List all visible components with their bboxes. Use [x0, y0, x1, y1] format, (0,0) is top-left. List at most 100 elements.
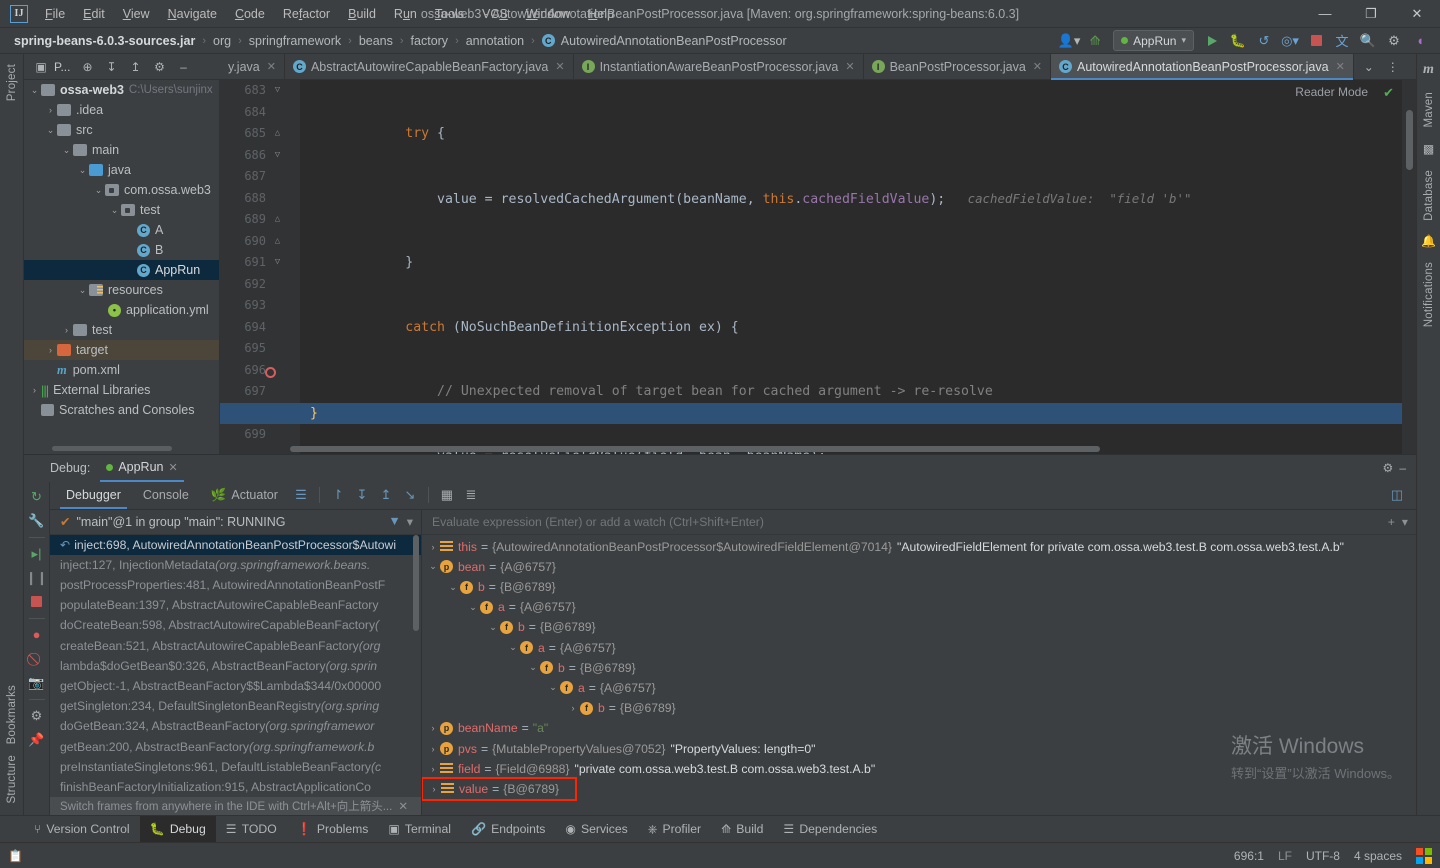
run-icon[interactable] — [1200, 30, 1224, 52]
stop-icon[interactable] — [1304, 30, 1328, 52]
bottom-button-problems[interactable]: ❗ Problems — [287, 816, 379, 843]
tree-item-pom-xml[interactable]: m pom.xml — [24, 360, 219, 380]
coverage-icon[interactable]: ◎▾ — [1278, 30, 1302, 52]
hide-icon[interactable]: – — [1399, 461, 1406, 475]
menu-window[interactable]: Window — [517, 3, 579, 25]
stack-frame-11[interactable]: preInstantiateSingletons:961, DefaultLis… — [50, 757, 421, 777]
chevron-down-icon[interactable]: ⌄ — [526, 662, 540, 673]
tree-horizontal-scrollbar[interactable] — [52, 445, 172, 451]
chevron-down-icon[interactable]: ⌄ — [76, 165, 89, 176]
call-stack-list[interactable]: ↶ inject:698, AutowiredAnnotationBeanPost… — [50, 534, 421, 797]
filter-icon[interactable]: ▼ — [388, 514, 400, 529]
caret-position[interactable]: 696:1 — [1234, 849, 1264, 863]
close-icon[interactable]: ✕ — [555, 60, 564, 73]
tree-item-application-yml[interactable]: • application.yml — [24, 300, 219, 320]
fold-marker[interactable]: ▽ — [272, 150, 283, 160]
tree-item-main[interactable]: ⌄ main — [24, 140, 219, 160]
close-icon[interactable]: ✕ — [1336, 60, 1345, 73]
editor-gutter[interactable]: 683 684 685 686 687 688 689 690 691 692 … — [220, 80, 300, 454]
close-icon[interactable]: ✕ — [267, 60, 276, 73]
chevron-right-icon[interactable]: › — [28, 385, 41, 395]
menu-vcs[interactable]: VCS — [473, 3, 517, 25]
menu-file[interactable]: File — [36, 3, 74, 25]
chevron-down-icon[interactable]: ⌄ — [446, 582, 460, 593]
bottom-button-endpoints[interactable]: 🔗 Endpoints — [461, 816, 555, 843]
menu-view[interactable]: View — [114, 3, 159, 25]
menu-navigate[interactable]: Navigate — [159, 3, 226, 25]
variable-row-beanname[interactable]: › p beanName = "a" — [422, 718, 1416, 738]
chevron-right-icon[interactable]: › — [426, 744, 440, 754]
bottom-button-version-control[interactable]: ⑂ Version Control — [24, 816, 140, 843]
file-encoding[interactable]: UTF-8 — [1306, 849, 1340, 863]
chevron-down-icon[interactable]: ⌄ — [60, 145, 73, 156]
mute-breakpoints-icon[interactable]: ⃠ — [26, 648, 48, 670]
breadcrumb-annotation[interactable]: annotation — [464, 34, 526, 48]
chevron-right-icon[interactable]: › — [426, 764, 440, 774]
chevron-down-icon[interactable]: ⌄ — [76, 285, 89, 296]
more-options-icon[interactable]: ⋮ — [1382, 56, 1404, 78]
step-over-icon[interactable]: ↾ — [327, 484, 349, 506]
stack-frame-4[interactable]: doCreateBean:598, AbstractAutowireCapabl… — [50, 615, 421, 635]
close-icon[interactable]: ✕ — [845, 60, 854, 73]
bottom-button-build[interactable]: ⟰ Build — [711, 816, 773, 843]
code-editor[interactable]: 683 684 685 686 687 688 689 690 691 692 … — [220, 80, 1416, 454]
tree-item-test[interactable]: › test — [24, 320, 219, 340]
pin-icon[interactable]: 📌 — [26, 729, 48, 751]
back-arrow-icon[interactable]: ⟰ — [1083, 30, 1107, 52]
variable-row-b-2[interactable]: ⌄ f b = {B@6789} — [422, 617, 1416, 637]
step-out-icon[interactable]: ↥ — [375, 484, 397, 506]
ai-assistant-icon[interactable]: ◖ — [1408, 30, 1432, 52]
variable-row-b-3[interactable]: ⌄ f b = {B@6789} — [422, 658, 1416, 678]
step-into-icon[interactable]: ↧ — [351, 484, 373, 506]
chevron-down-icon[interactable]: ⌄ — [28, 85, 41, 96]
minimize-button[interactable]: — — [1302, 0, 1348, 28]
restore-layout-icon[interactable]: ◫ — [1386, 484, 1408, 506]
tool-window-notifications[interactable]: Notifications — [1423, 262, 1435, 327]
variable-row-bean[interactable]: ⌄ p bean = {A@6757} — [422, 557, 1416, 577]
breadcrumb-jar[interactable]: spring-beans-6.0.3-sources.jar — [12, 34, 197, 48]
tool-window-maven[interactable]: Maven — [1423, 92, 1435, 128]
editor-tab-2[interactable]: I InstantiationAwareBeanPostProcessor.ja… — [574, 53, 864, 80]
menu-run[interactable]: Run — [385, 3, 426, 25]
chevron-down-icon[interactable]: ⌄ — [546, 682, 560, 693]
tree-item-package-com-ossa-web3[interactable]: ⌄ com.ossa.web3 — [24, 180, 219, 200]
project-select-icon[interactable]: ▣ — [30, 56, 52, 78]
chevron-down-icon[interactable]: ⌄ — [92, 185, 105, 196]
tool-window-structure[interactable]: Structure — [6, 755, 18, 803]
copy-icon[interactable]: 📋 — [8, 849, 23, 863]
stack-frame-8[interactable]: getSingleton:234, DefaultSingletonBeanRe… — [50, 696, 421, 716]
menu-edit[interactable]: Edit — [74, 3, 114, 25]
variable-row-pvs[interactable]: › p pvs = {MutablePropertyValues@7052} "… — [422, 738, 1416, 758]
stack-frame-6[interactable]: lambda$doGetBean$0:326, AbstractBeanFact… — [50, 656, 421, 676]
stack-frame-12[interactable]: finishBeanFactoryInitialization:915, Abs… — [50, 777, 421, 797]
settings-lines-icon[interactable]: ≣ — [460, 484, 482, 506]
fold-marker[interactable]: △ — [272, 128, 283, 138]
variable-row-a-3[interactable]: ⌄ f a = {A@6757} — [422, 678, 1416, 698]
reader-mode-label[interactable]: Reader Mode — [1295, 85, 1368, 99]
tree-item-ossa-web3[interactable]: ⌄ ossa-web3 C:\Users\sunjinx — [24, 80, 219, 100]
tab-debugger[interactable]: Debugger — [56, 481, 131, 510]
variable-row-b-1[interactable]: ⌄ f b = {B@6789} — [422, 577, 1416, 597]
resume-icon[interactable]: ▸| — [26, 543, 48, 565]
chevron-right-icon[interactable]: › — [426, 723, 440, 733]
variable-row-this[interactable]: › this = {AutowiredAnnotationBeanPostPro… — [422, 537, 1416, 557]
menu-build[interactable]: Build — [339, 3, 385, 25]
tree-item-apprun[interactable]: C AppRun — [24, 260, 219, 280]
chevron-right-icon[interactable]: › — [427, 784, 441, 794]
chevron-down-icon[interactable]: ⌄ — [466, 602, 480, 613]
chevron-down-icon[interactable]: ⌄ — [1358, 56, 1380, 78]
tree-item-scratches[interactable]: Scratches and Consoles — [24, 400, 219, 420]
chevron-down-icon[interactable]: ⌄ — [506, 642, 520, 653]
menu-refactor[interactable]: Refactor — [274, 3, 339, 25]
bottom-button-debug[interactable]: 🐛 Debug — [139, 815, 216, 843]
breadcrumb-factory[interactable]: factory — [409, 34, 451, 48]
debug-session-tab[interactable]: AppRun ✕ — [100, 455, 184, 482]
settings-icon[interactable]: ⚙ — [148, 56, 170, 78]
breadcrumb-class[interactable]: AutowiredAnnotationBeanPostProcessor — [559, 34, 789, 48]
editor-horizontal-scrollbar[interactable] — [290, 445, 1100, 452]
stack-frame-3[interactable]: populateBean:1397, AbstractAutowireCapab… — [50, 595, 421, 615]
fold-marker[interactable]: ▽ — [272, 85, 283, 95]
evaluate-expression-bar[interactable]: Evaluate expression (Enter) or add a wat… — [422, 510, 1416, 535]
locate-icon[interactable]: ⊕ — [76, 56, 98, 78]
fold-marker[interactable]: △ — [272, 214, 283, 224]
